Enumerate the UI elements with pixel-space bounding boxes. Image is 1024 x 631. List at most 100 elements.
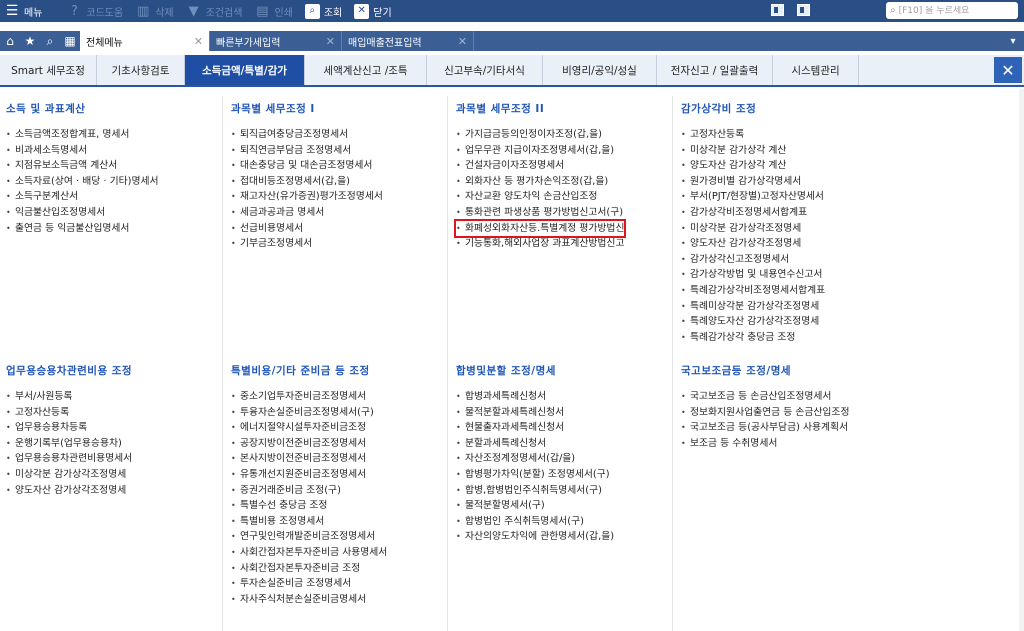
menu-item[interactable]: 양도자산 감가상각조정명세 — [6, 483, 132, 499]
menu-item[interactable]: 업무용승용차관련비용명세서 — [6, 451, 132, 467]
menu-item[interactable]: 미상각분 감가상각 계산 — [681, 143, 825, 159]
tab-purchase-sales[interactable]: 매입매출전표입력 ✕ — [342, 31, 474, 51]
menu-item[interactable]: 특별수선 충당금 조정 — [231, 498, 387, 514]
menu-item[interactable]: 사회간접자본투자준비금 조정 — [231, 561, 387, 577]
star-icon[interactable]: ★ — [20, 31, 40, 51]
menu-item[interactable]: 양도자산 감가상각조정명세 — [681, 236, 825, 252]
menu-item[interactable]: 특례감가상각 충당금 조정 — [681, 330, 825, 346]
menu-search[interactable]: ⌕ — [886, 2, 1018, 19]
menu-item[interactable]: 감가상각비조정명세서합계표 — [681, 205, 825, 221]
menu-item[interactable]: 부서(PJT/현장별)고정자산명세서 — [681, 189, 825, 205]
menu-item[interactable]: 사회간접자본투자준비금 사용명세서 — [231, 545, 387, 561]
menu-item[interactable]: 대손충당금 및 대손금조정명세서 — [231, 158, 383, 174]
menu-item[interactable]: 감가상각신고조정명세서 — [681, 252, 825, 268]
category-tab[interactable]: 기초사항검토 — [97, 55, 185, 85]
menu-item[interactable]: 정보화지원사업출연금 등 손금산입조정 — [681, 405, 849, 421]
menu-item[interactable]: 재고자산(유가증권)평가조정명세서 — [231, 189, 383, 205]
menu-item[interactable]: 보조금 등 수취명세서 — [681, 436, 849, 452]
menu-item[interactable]: 기부금조정명세서 — [231, 236, 383, 252]
home-icon[interactable]: ⌂ — [0, 31, 20, 51]
menu-item[interactable]: 소득구분계산서 — [6, 189, 159, 205]
window-tile-icon[interactable] — [797, 4, 810, 16]
menu-item[interactable]: 지점유보소득금액 계산서 — [6, 158, 159, 174]
menu-item[interactable]: 소득금액조정합계표, 명세서 — [6, 127, 159, 143]
menu-item[interactable]: 특례미상각분 감가상각조정명세 — [681, 299, 825, 315]
menu-item[interactable]: 건설자금이자조정명세서 — [456, 158, 624, 174]
menu-item[interactable]: 출연금 등 익금불산입명세서 — [6, 221, 159, 237]
menu-item[interactable]: 기능통화,해외사업장 과표계산방법신고 — [456, 236, 624, 252]
menu-item[interactable]: 연구및인력개발준비금조정명세서 — [231, 529, 387, 545]
menu-item[interactable]: 국고보조금 등 손금산입조정명세서 — [681, 389, 849, 405]
menu-item[interactable]: 업무용승용차등록 — [6, 420, 132, 436]
menu-item[interactable]: 증권거래준비금 조정(구) — [231, 483, 387, 499]
menu-item[interactable]: 감가상각방법 및 내용연수신고서 — [681, 267, 825, 283]
tab-menu-chevron-icon[interactable]: ▾ — [1006, 34, 1020, 48]
menu-item[interactable]: 가지급금등의인정이자조정(갑,을) — [456, 127, 624, 143]
menu-item[interactable]: 자사주식처분손실준비금명세서 — [231, 592, 387, 608]
menu-item-highlighted[interactable]: 화폐성외화자산등.특별계정 평가방법신 — [453, 218, 627, 239]
menu-item[interactable]: 퇴직연금부담금 조정명세서 — [231, 143, 383, 159]
tab-close-icon[interactable]: ✕ — [326, 35, 335, 48]
menu-item[interactable]: 합병평가차익(분할) 조정명세서(구) — [456, 467, 614, 483]
category-tab[interactable]: Smart 세무조정 — [0, 55, 97, 85]
menu-item[interactable]: 합병법인 주식취득명세서(구) — [456, 514, 614, 530]
menu-item[interactable]: 특례감가상각비조정명세서합계표 — [681, 283, 825, 299]
menu-item[interactable]: 합병,합병법인주식취득명세서(구) — [456, 483, 614, 499]
menu-item[interactable]: 자산교환 양도차익 손금산입조정 — [456, 189, 624, 205]
menu-item[interactable]: 에너지절약시설투자준비금조정 — [231, 420, 387, 436]
tab-close-icon[interactable]: ✕ — [458, 35, 467, 48]
print-button[interactable]: ▤ 인쇄 — [248, 0, 298, 22]
menu-item[interactable]: 특별비용 조정명세서 — [231, 514, 387, 530]
menu-item[interactable]: 분할과세특례신청서 — [456, 436, 614, 452]
menu-item[interactable]: 고정자산등록 — [6, 405, 132, 421]
menu-item[interactable]: 미상각분 감가상각조정명세 — [681, 221, 825, 237]
category-tab[interactable]: 신고부속/기타서식 — [427, 55, 543, 85]
close-menu-icon[interactable]: ✕ — [994, 57, 1022, 83]
menu-item[interactable]: 고정자산등록 — [681, 127, 825, 143]
menu-search-input[interactable] — [898, 5, 1009, 16]
menu-item[interactable]: 업무무관 지급이자조정명세서(갑,을) — [456, 143, 624, 159]
menu-item[interactable]: 중소기업투자준비금조정명세서 — [231, 389, 387, 405]
tab-close-icon[interactable]: ✕ — [194, 35, 203, 48]
search-icon[interactable]: ⌕ — [40, 31, 60, 51]
menu-item[interactable]: 비과세소득명세서 — [6, 143, 159, 159]
tab-all-menu[interactable]: 전체메뉴 ✕ — [80, 31, 210, 51]
menu-item[interactable]: 자산의양도차익에 관한명세서(갑,을) — [456, 529, 614, 545]
menu-item[interactable]: 물적분할과세특례신청서 — [456, 405, 614, 421]
filter-button[interactable]: ▼ 조건검색 — [180, 0, 249, 22]
code-help-button[interactable]: ? 코드도움 — [60, 0, 129, 22]
menu-item[interactable]: 국고보조금 등(공사부담금) 사용계획서 — [681, 420, 849, 436]
category-tab[interactable]: 시스템관리 — [773, 55, 859, 85]
menu-item[interactable]: 운행기록부(업무용승용차) — [6, 436, 132, 452]
menu-item[interactable]: 투융자손실준비금조정명세서(구) — [231, 405, 387, 421]
menu-item[interactable]: 퇴직급여충당금조정명세서 — [231, 127, 383, 143]
menu-item[interactable]: 선급비용명세서 — [231, 221, 383, 237]
tab-quick-vat[interactable]: 빠른부가세입력 ✕ — [210, 31, 342, 51]
menu-item[interactable]: 원가경비별 감가상각명세서 — [681, 174, 825, 190]
delete-button[interactable]: ▥ 삭제 — [129, 0, 179, 22]
query-button[interactable]: ⌕ 조회 — [299, 0, 348, 22]
menu-item[interactable]: 유통개선지원준비금조정명세서 — [231, 467, 387, 483]
category-tab[interactable]: 전자신고 / 일괄출력 — [657, 55, 773, 85]
menu-item[interactable]: 자산조정계정명세서(갑/을) — [456, 451, 614, 467]
menu-item[interactable]: 공장지방이전준비금조정명세서 — [231, 436, 387, 452]
window-layout-icon[interactable] — [771, 4, 784, 16]
close-button[interactable]: ✕ 닫기 — [348, 0, 397, 22]
category-tab[interactable]: 비영리/공익/성실 — [543, 55, 657, 85]
category-tab[interactable]: 세액계산신고 /조특 — [305, 55, 427, 85]
menu-item[interactable]: 현물출자과세특례신청서 — [456, 420, 614, 436]
menu-item[interactable]: 특례양도자산 감가상각조정명세 — [681, 314, 825, 330]
menu-item[interactable]: 양도자산 감가상각 계산 — [681, 158, 825, 174]
category-tab-active[interactable]: 소득금액/특별/감가 — [185, 55, 305, 85]
menu-item[interactable]: 소득자료(상여 · 배당 · 기타)명세서 — [6, 174, 159, 190]
menu-item[interactable]: 미상각분 감가상각조정명세 — [6, 467, 132, 483]
menu-item[interactable]: 외화자산 등 평가차손익조정(갑,을) — [456, 174, 624, 190]
menu-item[interactable]: 투자손실준비금 조정명세서 — [231, 576, 387, 592]
grid-icon[interactable]: ▦ — [60, 31, 80, 51]
menu-item[interactable]: 합병과세특례신청서 — [456, 389, 614, 405]
menu-item[interactable]: 접대비등조정명세서(갑,을) — [231, 174, 383, 190]
menu-item[interactable]: 세금과공과금 명세서 — [231, 205, 383, 221]
menu-item[interactable]: 통화관련 파생상품 평가방법신고서(구) — [456, 205, 624, 221]
menu-item[interactable]: 물적분할명세서(구) — [456, 498, 614, 514]
menu-item[interactable]: 부서/사원등록 — [6, 389, 132, 405]
